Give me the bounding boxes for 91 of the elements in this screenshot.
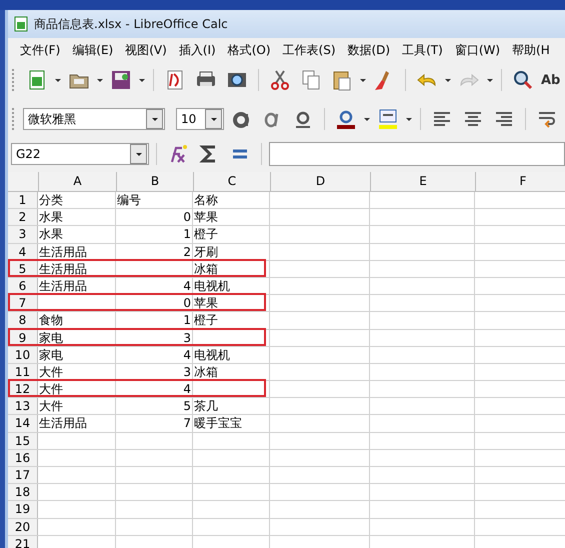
table-cell: 橙子 bbox=[194, 313, 218, 328]
table-cell: 大件 bbox=[39, 382, 63, 396]
table-cell: 家电 bbox=[39, 330, 63, 344]
table-cell: 3 bbox=[183, 364, 191, 379]
row-header[interactable]: 17 bbox=[8, 467, 38, 484]
menu-item[interactable]: 文件(F) bbox=[14, 42, 66, 58]
menu-item[interactable]: 工作表(S) bbox=[276, 42, 342, 58]
table-cell: 水果 bbox=[39, 227, 63, 242]
table-cell: 大件 bbox=[39, 364, 63, 379]
row-header[interactable]: 19 bbox=[8, 501, 38, 518]
row-header[interactable]: 13 bbox=[8, 398, 38, 414]
menu-item[interactable]: 插入(I) bbox=[172, 42, 222, 58]
row-header[interactable]: 1 bbox=[8, 192, 38, 208]
dropdown-arrow-icon[interactable] bbox=[363, 115, 371, 123]
table-cell: 分类 bbox=[39, 193, 63, 207]
save-icon[interactable] bbox=[109, 68, 133, 92]
menu-item[interactable]: 编辑(E) bbox=[66, 42, 120, 58]
table-cell: 电视机 bbox=[194, 278, 230, 293]
dropdown-arrow-icon[interactable] bbox=[486, 76, 494, 84]
table-cell: 电视机 bbox=[194, 348, 230, 362]
table-cell: 1 bbox=[183, 227, 191, 242]
dropdown-arrow-icon[interactable] bbox=[150, 115, 158, 123]
row-header[interactable]: 10 bbox=[8, 346, 38, 363]
row-header[interactable]: 3 bbox=[8, 226, 38, 243]
table-cell: 苹果 bbox=[194, 296, 218, 310]
table-cell: 编号 bbox=[117, 193, 141, 207]
menu-item[interactable]: 帮助(H bbox=[506, 42, 556, 58]
table-cell: 4 bbox=[183, 278, 191, 293]
column-header[interactable]: C bbox=[194, 172, 271, 191]
dropdown-arrow-icon[interactable] bbox=[210, 115, 218, 123]
table-cell: 家电 bbox=[39, 348, 63, 362]
search-icon[interactable] bbox=[511, 68, 535, 92]
table-cell: 0 bbox=[183, 210, 191, 224]
table-cell: 生活用品 bbox=[39, 244, 87, 259]
dropdown-arrow-icon[interactable] bbox=[444, 76, 452, 84]
row-header[interactable]: 4 bbox=[8, 244, 38, 260]
dropdown-arrow-icon[interactable] bbox=[54, 76, 62, 84]
table-cell: 4 bbox=[183, 382, 191, 396]
row-header[interactable]: 8 bbox=[8, 312, 38, 328]
table-cell: 茶几 bbox=[194, 399, 218, 414]
table-cell: 生活用品 bbox=[39, 278, 87, 293]
scissors-icon[interactable] bbox=[268, 68, 292, 92]
name-box[interactable]: G22 bbox=[11, 143, 149, 165]
table-cell: 4 bbox=[183, 348, 191, 362]
menu-item[interactable]: 数据(D) bbox=[342, 42, 396, 58]
column-header[interactable]: F bbox=[476, 172, 565, 191]
row-header[interactable]: 18 bbox=[8, 484, 38, 500]
dropdown-arrow-icon[interactable] bbox=[138, 76, 146, 84]
dropdown-arrow-icon[interactable] bbox=[134, 150, 142, 158]
formula-input-field[interactable] bbox=[269, 142, 565, 166]
table-cell: 暖手宝宝 bbox=[194, 416, 242, 430]
menu-item[interactable]: 工具(T) bbox=[396, 42, 449, 58]
table-cell: 2 bbox=[183, 244, 191, 259]
table-cell: 冰箱 bbox=[194, 364, 218, 379]
row-header[interactable]: 16 bbox=[8, 450, 38, 466]
row-header[interactable]: 15 bbox=[8, 432, 38, 449]
calc-icon bbox=[14, 16, 28, 32]
table-cell: 5 bbox=[183, 399, 191, 414]
row-header[interactable]: 20 bbox=[8, 518, 38, 535]
table-cell: 名称 bbox=[194, 193, 218, 207]
table-cell: 橙子 bbox=[194, 227, 218, 242]
window-title: 商品信息表.xlsx - LibreOffice Calc bbox=[34, 16, 228, 32]
row-header[interactable]: 21 bbox=[8, 536, 38, 548]
font-name-field[interactable]: 微软雅黑 bbox=[23, 108, 165, 130]
table-cell: 生活用品 bbox=[39, 262, 87, 276]
table-cell: 食物 bbox=[39, 313, 63, 328]
table-cell: 牙刷 bbox=[194, 244, 218, 259]
dropdown-arrow-icon[interactable] bbox=[359, 76, 367, 84]
dropdown-arrow-icon[interactable] bbox=[405, 115, 413, 123]
table-cell: 大件 bbox=[39, 399, 63, 414]
menu-item[interactable]: 窗口(W) bbox=[448, 42, 506, 58]
menu-item[interactable]: 格式(O) bbox=[222, 42, 277, 58]
table-cell: 苹果 bbox=[194, 210, 218, 224]
column-header[interactable]: B bbox=[117, 172, 194, 191]
row-header[interactable]: 2 bbox=[8, 209, 38, 226]
table-cell: 3 bbox=[183, 330, 191, 344]
table-cell: 7 bbox=[183, 416, 191, 430]
row-header[interactable]: 14 bbox=[8, 415, 38, 432]
column-header[interactable]: E bbox=[371, 172, 476, 191]
menu-item[interactable]: 视图(V) bbox=[119, 42, 173, 58]
table-cell: 生活用品 bbox=[39, 416, 87, 430]
table-cell: 冰箱 bbox=[194, 262, 218, 276]
highlight-icon[interactable] bbox=[376, 107, 400, 131]
dropdown-arrow-icon[interactable] bbox=[96, 76, 104, 84]
column-header[interactable]: D bbox=[271, 172, 371, 191]
spellcheck-button[interactable]: Ab bbox=[540, 70, 562, 90]
table-cell: 0 bbox=[183, 296, 191, 310]
font-size-field[interactable]: 10 bbox=[176, 108, 224, 130]
table-cell: 水果 bbox=[39, 210, 63, 224]
column-header[interactable]: A bbox=[39, 172, 117, 191]
table-cell: 1 bbox=[183, 313, 191, 328]
